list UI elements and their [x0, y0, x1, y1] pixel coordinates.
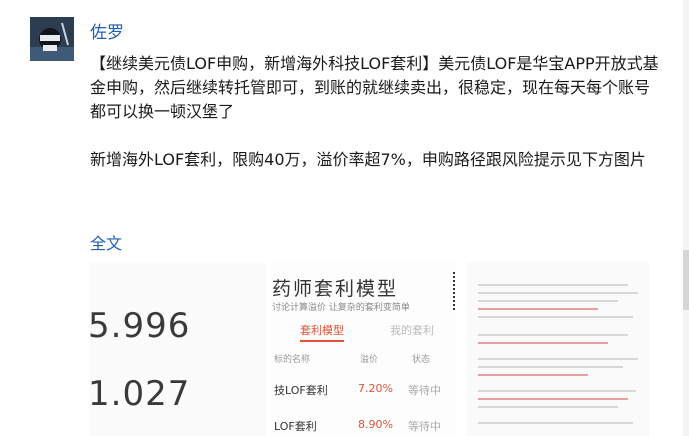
text-line: [478, 358, 638, 360]
image-value-1: 5.996: [90, 306, 191, 346]
text-line: [478, 316, 633, 318]
image-value-2: 1.027: [90, 374, 191, 414]
text-line: [478, 390, 636, 392]
post-paragraph-2: 新增海外LOF套利，限购40万，溢价率超7%，申购路径跟风险提示见下方图片: [90, 150, 646, 169]
row-premium: 8.90%: [358, 418, 393, 431]
text-line: [478, 334, 628, 336]
image-subtitle: 讨论计算溢价 让复杂的套利变简单: [272, 303, 410, 313]
tab-my-arbitrage: 我的套利: [390, 324, 434, 337]
row-premium: 7.20%: [358, 382, 393, 395]
text-line: [478, 374, 588, 376]
text-line: [478, 292, 638, 294]
text-line: [478, 422, 633, 424]
post-image-3[interactable]: [466, 262, 649, 436]
text-line: [478, 342, 608, 344]
header-status: 状态: [412, 355, 431, 365]
post-paragraph-1: 【继续美元债LOF申购，新增海外科技LOF套利】美元债LOF是华宝APP开放式基…: [90, 54, 659, 121]
header-premium: 溢价: [360, 355, 379, 365]
text-line: [478, 398, 628, 400]
text-line: [478, 366, 623, 368]
text-line: [478, 308, 598, 310]
row-status: 等待中: [408, 384, 441, 397]
scrollbar-thumb[interactable]: [683, 250, 689, 310]
weibo-post: 佐罗 【继续美元债LOF申购，新增海外科技LOF套利】美元债LOF是华宝APP开…: [0, 0, 689, 436]
text-line: [478, 300, 618, 302]
row-name: LOF套利: [274, 420, 317, 433]
text-line: [478, 406, 618, 408]
avatar-icon: [30, 17, 74, 61]
image-title: 药师套利模型: [272, 278, 399, 300]
post-image-1[interactable]: 5.996 1.027: [90, 262, 266, 436]
text-line: [478, 284, 628, 286]
row-status: 等待中: [408, 420, 441, 433]
scrollbar[interactable]: [683, 0, 689, 436]
row-name: 技LOF套利: [274, 384, 328, 397]
author-name[interactable]: 佐罗: [90, 18, 124, 43]
header-name: 标的名称: [274, 355, 311, 365]
post-image-2[interactable]: 药师套利模型 讨论计算溢价 让复杂的套利变简单 套利模型 我的套利 标的名称 溢…: [270, 262, 455, 436]
tab-arbitrage-model: 套利模型: [300, 322, 344, 342]
full-text-link[interactable]: 全文: [90, 230, 122, 254]
barcode-icon: [453, 270, 455, 310]
post-body: 【继续美元债LOF申购，新增海外科技LOF套利】美元债LOF是华宝APP开放式基…: [90, 52, 665, 196]
avatar[interactable]: [30, 17, 74, 61]
